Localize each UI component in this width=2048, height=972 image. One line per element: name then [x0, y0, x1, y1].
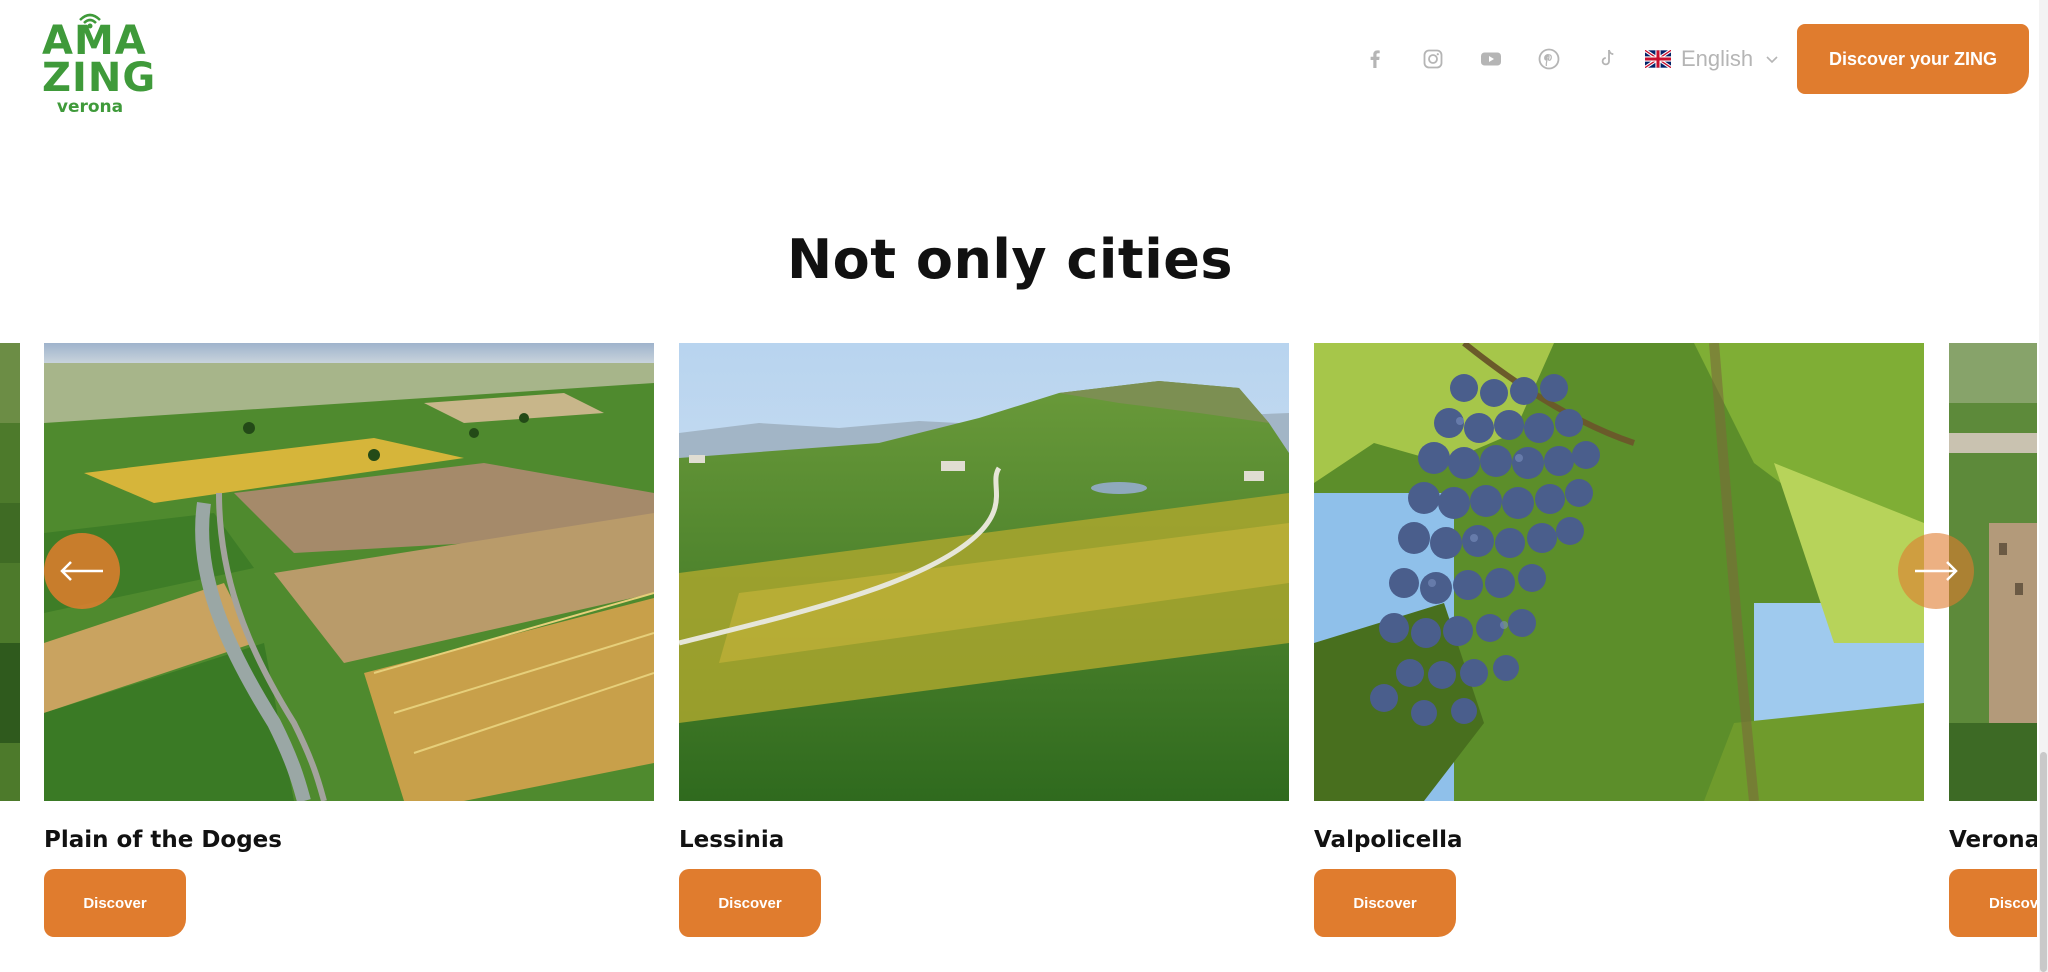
card-title[interactable]: Plain of the Doges [44, 827, 282, 853]
discover-button[interactable]: Discover [679, 869, 821, 937]
carousel-card[interactable]: Valpolicella Discover [1314, 343, 1924, 937]
logo-line-3: verona [56, 97, 124, 117]
pinterest-icon[interactable] [1536, 46, 1562, 72]
youtube-icon[interactable] [1478, 46, 1504, 72]
arrow-right-icon [1915, 561, 1958, 581]
card-image-valpolicella[interactable] [1314, 343, 1924, 801]
language-label: English [1681, 46, 1754, 71]
card-title[interactable]: Valpolicella [1314, 827, 1463, 853]
carousel-card[interactable]: Plain of the Doges Discover [44, 343, 654, 937]
card-image-plain-of-the-doges[interactable] [44, 343, 654, 801]
discover-button[interactable]: Discover [1949, 869, 2037, 937]
section-title: Not only cities [786, 228, 1234, 291]
discover-button[interactable]: Discover [1314, 869, 1456, 937]
arrow-left-icon [60, 561, 103, 581]
facebook-icon[interactable] [1362, 46, 1388, 72]
uk-flag-icon [1645, 50, 1671, 68]
discover-button[interactable]: Discover [44, 869, 186, 937]
page-scrollbar[interactable] [2039, 0, 2048, 972]
card-title[interactable]: Lessinia [679, 827, 784, 853]
partial-card-left-image [0, 343, 20, 801]
logo-line-2: ZING [42, 55, 157, 101]
chevron-down-icon [1766, 56, 1778, 64]
carousel-next-button[interactable] [1898, 533, 1974, 609]
instagram-icon[interactable] [1420, 46, 1446, 72]
scrollbar-thumb[interactable] [2040, 752, 2047, 972]
carousel-card[interactable]: Lessinia Discover [679, 343, 1289, 937]
site-logo[interactable]: AMA ZING verona [42, 8, 157, 116]
carousel-prev-button[interactable] [44, 533, 120, 609]
tiktok-icon[interactable] [1594, 46, 1620, 72]
language-selector[interactable]: English [1645, 44, 1779, 74]
card-image-lessinia[interactable] [679, 343, 1289, 801]
discover-your-zing-button[interactable]: Discover your ZING [1797, 24, 2029, 94]
card-title[interactable]: Verona E [1949, 827, 2037, 853]
